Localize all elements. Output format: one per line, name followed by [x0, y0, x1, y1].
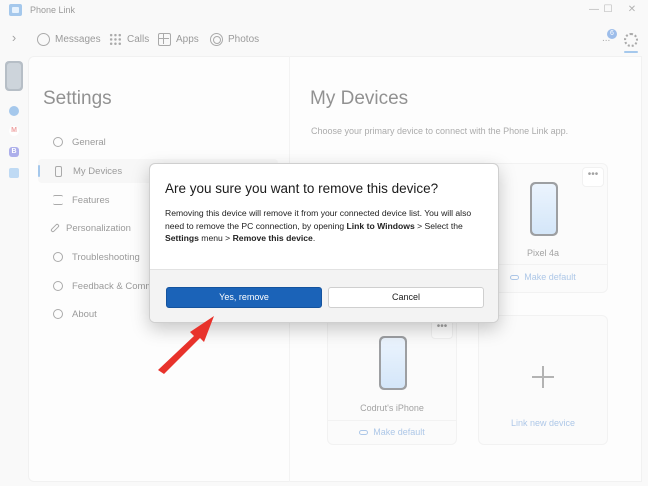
remove-device-dialog: Are you sure you want to remove this dev… [149, 163, 499, 323]
cancel-button[interactable]: Cancel [328, 287, 484, 308]
dialog-title: Are you sure you want to remove this dev… [165, 181, 439, 196]
yes-remove-button[interactable]: Yes, remove [166, 287, 322, 308]
annotation-arrow-icon [158, 316, 214, 374]
dialog-body: Removing this device will remove it from… [165, 208, 472, 244]
